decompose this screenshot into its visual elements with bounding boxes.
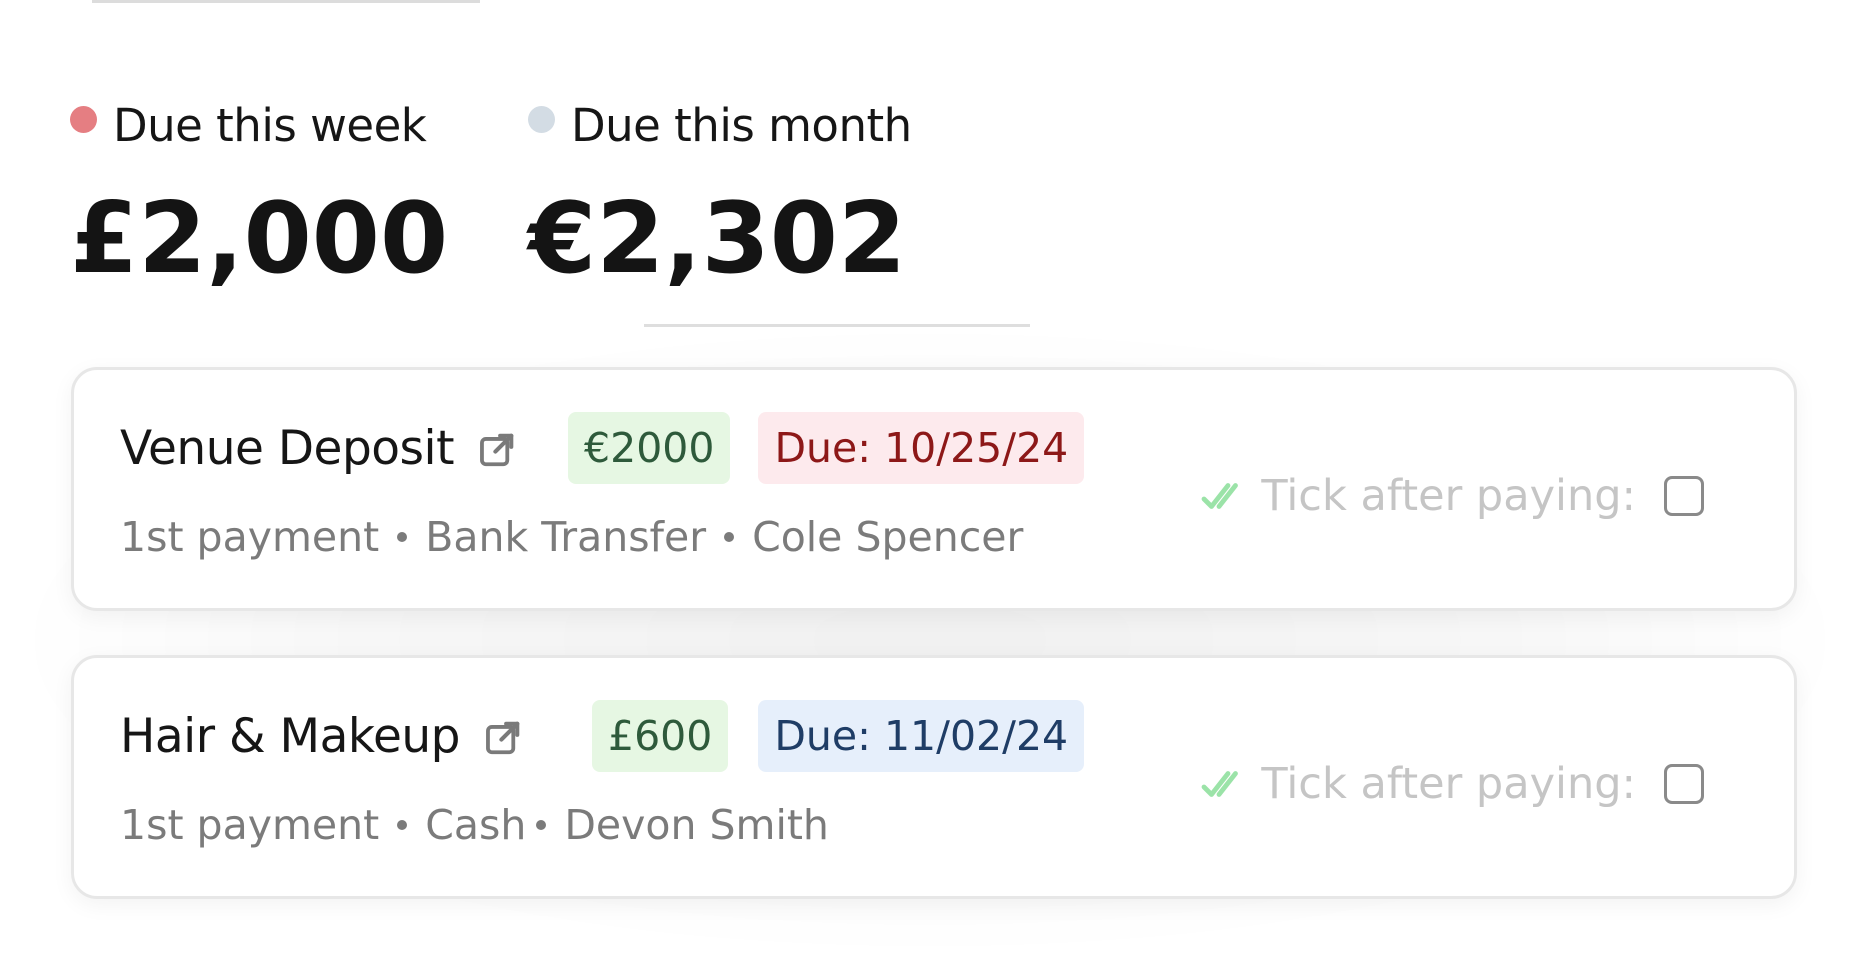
payment-payee: Cole Spencer <box>752 513 1024 561</box>
payment-method: Cash <box>425 801 527 849</box>
payment-card: Venue Deposit €2000 Due: 10/25/24 1st pa… <box>71 367 1797 611</box>
payment-card-header: Hair & Makeup £600 Due: 11/02/24 <box>120 700 1085 772</box>
summary-week-label: Due this week <box>113 98 427 152</box>
bullet-separator <box>397 532 408 542</box>
paid-checkbox[interactable] <box>1664 764 1704 804</box>
payment-due-badge: Due: 11/02/24 <box>758 700 1085 772</box>
summary-due-this-week: Due this week £2,000 <box>70 96 448 288</box>
summary-month-label: Due this month <box>571 98 912 152</box>
bullet-separator <box>397 820 408 830</box>
payment-title: Hair & Makeup <box>120 708 461 764</box>
payment-payee: Devon Smith <box>564 801 829 849</box>
payment-due-badge: Due: 10/25/24 <box>758 412 1085 484</box>
summary-month-header: Due this month <box>528 96 912 154</box>
double-check-icon <box>1202 771 1239 797</box>
payment-amount-badge: €2000 <box>568 412 731 484</box>
payment-title: Venue Deposit <box>120 420 455 476</box>
bullet-separator <box>724 532 735 542</box>
tick-after-paying-label: Tick after paying: <box>1261 471 1636 521</box>
summary-due-this-month: Due this month €2,302 <box>528 96 912 288</box>
summary-week-header: Due this week <box>70 96 448 154</box>
payment-installment: 1st payment <box>120 801 380 849</box>
payment-method: Bank Transfer <box>425 513 707 561</box>
bullet-separator <box>536 820 547 830</box>
double-check-icon <box>1202 483 1239 509</box>
payment-installment: 1st payment <box>120 513 380 561</box>
tick-after-paying-label: Tick after paying: <box>1261 759 1636 809</box>
payment-details: 1st payment Bank Transfer Cole Spencer <box>120 513 1023 561</box>
tick-after-paying: Tick after paying: <box>1201 466 1704 526</box>
paid-checkbox[interactable] <box>1664 476 1704 516</box>
month-status-dot <box>528 105 555 133</box>
tick-after-paying: Tick after paying: <box>1201 754 1704 814</box>
payment-card: Hair & Makeup £600 Due: 11/02/24 1st pay… <box>71 655 1797 899</box>
week-status-dot <box>70 105 97 133</box>
summary-month-amount: €2,302 <box>528 182 907 296</box>
payment-card-header: Venue Deposit €2000 Due: 10/25/24 <box>120 412 1085 484</box>
summary-week-amount: £2,000 <box>70 182 449 296</box>
external-link-icon[interactable] <box>478 431 516 469</box>
payment-amount-badge: £600 <box>592 700 729 772</box>
section-divider <box>644 324 1030 327</box>
payment-details: 1st payment Cash Devon Smith <box>120 801 829 849</box>
external-link-icon[interactable] <box>484 719 522 757</box>
top-divider <box>92 0 480 3</box>
